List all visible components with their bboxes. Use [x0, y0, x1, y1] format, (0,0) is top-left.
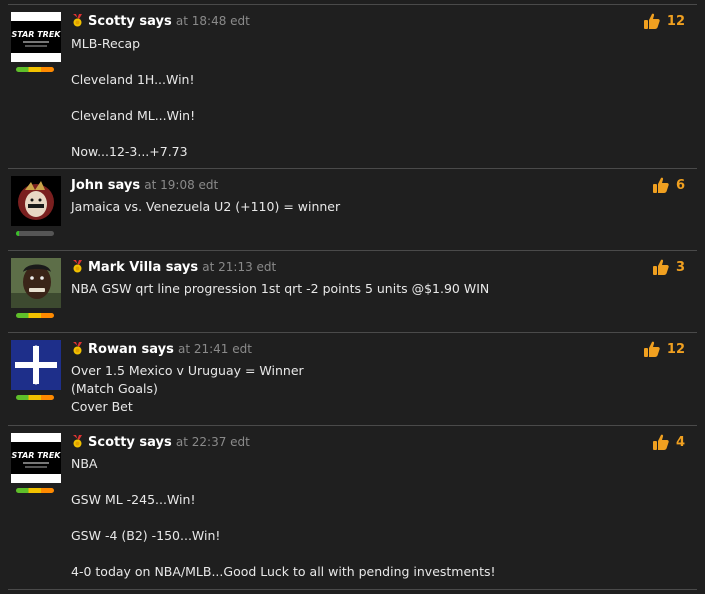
thumbs-up-icon	[643, 13, 660, 29]
avatar[interactable]: STAR TREK	[11, 12, 61, 62]
avatar[interactable]: STAR TREK	[11, 433, 61, 483]
post-header: Mark Villa says at 21:13 edt	[71, 258, 276, 277]
post-body: Jamaica vs. Venezuela U2 (+110) = winner	[71, 199, 341, 214]
like-count: 12	[666, 13, 685, 29]
username-link[interactable]: Scotty says	[88, 435, 172, 450]
top-divider	[8, 4, 697, 5]
medal-icon	[73, 14, 82, 27]
reputation-meter	[16, 67, 54, 72]
post-divider	[8, 332, 697, 333]
avatar-logo-text: STAR TREK	[11, 451, 61, 460]
thumbs-up-icon	[652, 259, 669, 275]
post-header: John says at 19:08 edt	[71, 176, 218, 195]
comment-post: Rowan says at 21:41 edt Over 1.5 Mexico …	[8, 340, 697, 426]
like-button[interactable]: 12	[643, 340, 685, 358]
post-divider	[8, 589, 697, 590]
comment-post: Mark Villa says at 21:13 edt NBA GSW qrt…	[8, 258, 697, 333]
timestamp: at 18:48 edt	[175, 14, 250, 28]
timestamp: at 22:37 edt	[175, 435, 250, 449]
medal-icon	[73, 435, 82, 448]
thumbs-up-icon	[652, 177, 669, 193]
reputation-meter	[16, 313, 54, 318]
post-header: Scotty says at 18:48 edt	[71, 12, 250, 31]
username-link[interactable]: Mark Villa says	[88, 260, 198, 275]
like-count: 6	[675, 177, 685, 193]
like-count: 12	[666, 341, 685, 357]
thumbs-up-icon	[652, 434, 669, 450]
comment-post: STAR TREK Scotty says at 18:48 edt MLB-R…	[8, 12, 697, 169]
post-divider	[8, 168, 697, 169]
like-button[interactable]: 6	[652, 176, 685, 194]
post-divider	[8, 425, 697, 426]
timestamp: at 21:41 edt	[177, 342, 252, 356]
timestamp: at 21:13 edt	[202, 260, 277, 274]
like-count: 4	[675, 434, 685, 450]
post-body: NBA GSW qrt line progression 1st qrt -2 …	[71, 281, 490, 296]
reputation-meter	[16, 395, 54, 400]
medal-icon	[73, 260, 82, 273]
avatar[interactable]	[11, 176, 61, 226]
username-link[interactable]: Rowan says	[88, 342, 174, 357]
avatar[interactable]	[11, 258, 61, 308]
thumbs-up-icon	[643, 341, 660, 357]
post-divider	[8, 250, 697, 251]
username-link[interactable]: Scotty says	[88, 14, 172, 29]
like-count: 3	[675, 259, 685, 275]
post-header: Scotty says at 22:37 edt	[71, 433, 250, 452]
like-button[interactable]: 4	[652, 433, 685, 451]
reputation-meter	[16, 231, 54, 236]
avatar[interactable]	[11, 340, 61, 390]
timestamp: at 19:08 edt	[144, 178, 219, 192]
username-link[interactable]: John says	[71, 178, 140, 193]
post-body: Over 1.5 Mexico v Uruguay = Winner (Matc…	[71, 363, 304, 414]
reputation-meter	[16, 488, 54, 493]
comment-post: STAR TREK Scotty says at 22:37 edt NBA G…	[8, 433, 697, 590]
medal-icon	[73, 342, 82, 355]
like-button[interactable]: 12	[643, 12, 685, 30]
comment-post: John says at 19:08 edt Jamaica vs. Venez…	[8, 176, 697, 251]
avatar-logo-text: STAR TREK	[11, 30, 61, 39]
post-header: Rowan says at 21:41 edt	[71, 340, 252, 359]
post-body: MLB-Recap Cleveland 1H...Win! Cleveland …	[71, 36, 196, 159]
like-button[interactable]: 3	[652, 258, 685, 276]
post-body: NBA GSW ML -245...Win! GSW -4 (B2) -150.…	[71, 456, 496, 579]
